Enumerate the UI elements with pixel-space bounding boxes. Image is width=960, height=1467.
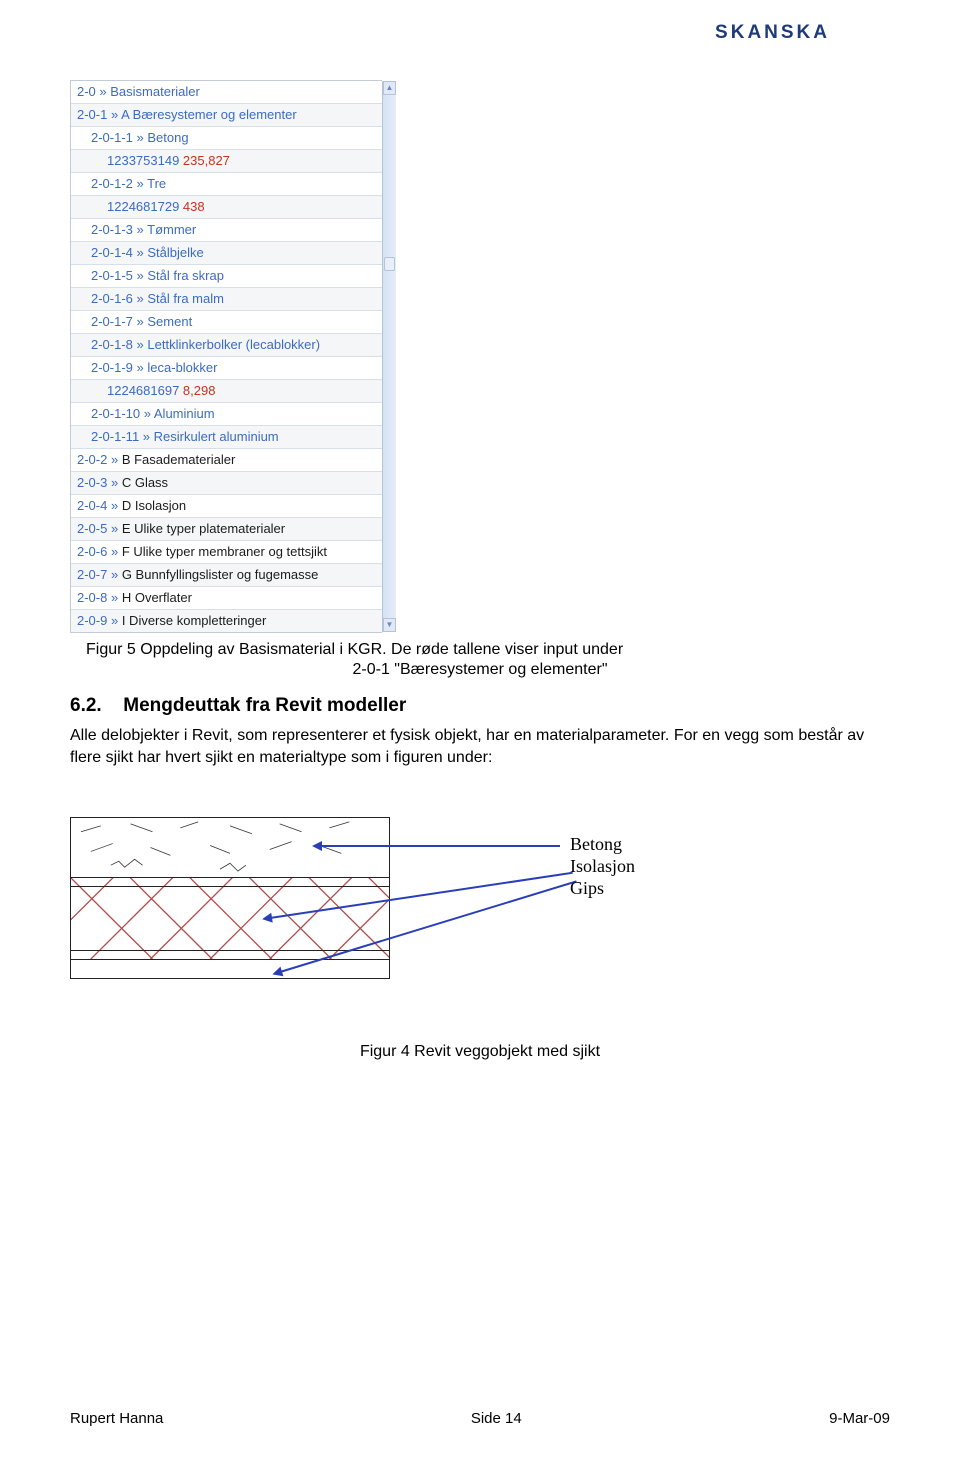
tree-data-row: 1224681697 8,298 [71,380,382,403]
brand-text: SKANSKA [715,22,830,43]
scroll-thumb[interactable] [384,257,395,271]
heading-title: Mengdeuttak fra Revit modeller [123,695,406,716]
material-tree-panel: 2-0 » Basismaterialer2-0-1 » A Bæresyste… [70,80,382,633]
tree-item[interactable]: 2-0-1-9 » leca-blokker [71,357,382,380]
tree-item[interactable]: 2-0 » Basismaterialer [71,81,382,104]
section-heading: 6.2. Mengdeuttak fra Revit modeller [70,695,890,717]
tree-item[interactable]: 2-0-1-4 » Stålbjelke [71,242,382,265]
tree-item[interactable]: 2-0-1-6 » Stål fra malm [71,288,382,311]
tree-item[interactable]: 2-0-3 » C Glass [71,472,382,495]
tree-item[interactable]: 2-0-1-2 » Tre [71,173,382,196]
footer-date: 9-Mar-09 [829,1410,890,1427]
tree-scrollbar[interactable]: ▲ ▼ [382,81,396,632]
scroll-down-button[interactable]: ▼ [383,618,396,632]
tree-item[interactable]: 2-0-1-11 » Resirkulert aluminium [71,426,382,449]
layer-concrete [71,818,389,878]
tree-item[interactable]: 2-0-4 » D Isolasjon [71,495,382,518]
tree-data-row: 1233753149 235,827 [71,150,382,173]
figure-4-caption: Figur 4 Revit veggobjekt med sjikt [70,1043,890,1061]
layer-gypsum [71,960,389,978]
figure-5-caption-line1: Figur 5 Oppdeling av Basismaterial i KGR… [86,641,890,659]
tree-item[interactable]: 2-0-1-10 » Aluminium [71,403,382,426]
tree-item[interactable]: 2-0-1-5 » Stål fra skrap [71,265,382,288]
tree-item[interactable]: 2-0-1-1 » Betong [71,127,382,150]
tree-item[interactable]: 2-0-1-8 » Lettklinkerbolker (lecablokker… [71,334,382,357]
tree-data-row: 1224681729 438 [71,196,382,219]
tree-item[interactable]: 2-0-9 » I Diverse kompletteringer [71,610,382,632]
heading-number: 6.2. [70,695,118,717]
tree-item[interactable]: 2-0-1-7 » Sement [71,311,382,334]
footer-author: Rupert Hanna [70,1410,163,1427]
document-page: SKANSKA 2-0 » Basismaterialer2-0-1 » A B… [0,0,960,1467]
legend-insulation: Isolasjon [570,855,635,877]
tree-item[interactable]: 2-0-6 » F Ulike typer membraner og tetts… [71,541,382,564]
paragraph: Alle delobjekter i Revit, som represente… [70,725,890,769]
tree-item[interactable]: 2-0-8 » H Overflater [71,587,382,610]
tree-item[interactable]: 2-0-7 » G Bunnfyllingslister og fugemass… [71,564,382,587]
figure-legend: Betong Isolasjon Gips [570,833,635,899]
tree-item[interactable]: 2-0-1-3 » Tømmer [71,219,382,242]
figure-5-caption-line2: 2-0-1 "Bæresystemer og elementer" [70,661,890,679]
tree-item[interactable]: 2-0-1 » A Bæresystemer og elementer [71,104,382,127]
page-footer: Rupert Hanna Side 14 9-Mar-09 [70,1410,890,1427]
legend-gypsum: Gips [570,877,635,899]
layer-insulation [71,878,389,960]
wall-figure: Betong Isolasjon Gips [70,797,890,1017]
brand-logo: SKANSKA [715,22,830,44]
footer-page: Side 14 [471,1410,522,1427]
wall-cross-section [70,817,390,979]
tree-item[interactable]: 2-0-2 » B Fasadematerialer [71,449,382,472]
scroll-up-button[interactable]: ▲ [383,81,396,95]
tree-item[interactable]: 2-0-5 » E Ulike typer platematerialer [71,518,382,541]
legend-concrete: Betong [570,833,635,855]
arrow-concrete [320,845,560,847]
